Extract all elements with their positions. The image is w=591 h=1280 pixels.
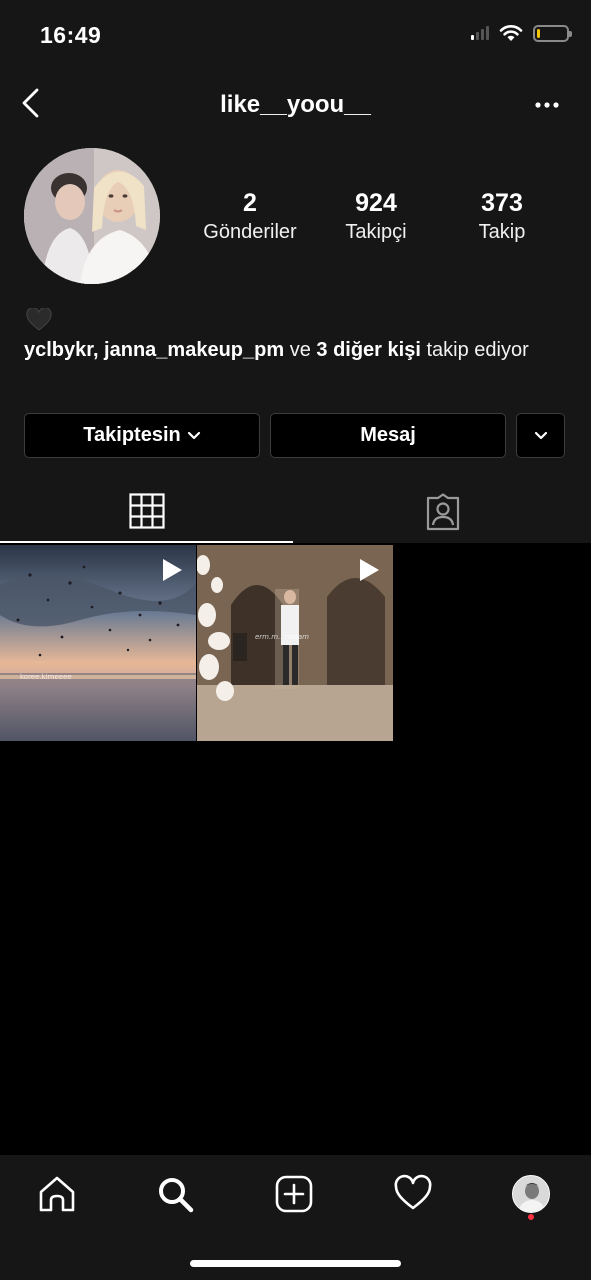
followed-by-suffix: takip ediyor <box>420 339 529 361</box>
home-icon <box>39 1176 75 1212</box>
add-post-icon <box>275 1175 313 1213</box>
following-count-value: 373 <box>481 189 523 217</box>
profile-avatar <box>512 1175 550 1213</box>
post-watermark: koree.kimeeee <box>20 673 72 681</box>
followers-count-value: 924 <box>355 189 397 217</box>
followed-by-names: yclbykr, janna_makeup_pm <box>24 339 285 361</box>
message-button[interactable]: Mesaj <box>270 413 506 458</box>
posts-count: 2 Gönderiler <box>185 188 315 246</box>
followed-by-connector: ve <box>284 339 317 361</box>
search-icon <box>159 1178 194 1213</box>
play-icon <box>163 559 182 581</box>
notification-dot <box>528 1214 534 1220</box>
more-options-button[interactable] <box>531 92 563 118</box>
nav-home[interactable] <box>33 1170 81 1218</box>
following-count[interactable]: 373 Takip <box>437 188 567 246</box>
tagged-person-icon <box>426 492 460 530</box>
chevron-down-icon <box>187 431 200 439</box>
post-watermark: erm.m.. nagam <box>255 633 310 641</box>
following-button-label: Takiptesin <box>83 424 181 446</box>
home-indicator[interactable] <box>190 1260 401 1267</box>
tab-tagged[interactable] <box>295 480 591 543</box>
play-icon <box>360 559 379 581</box>
profile-avatar[interactable] <box>24 148 160 284</box>
post-thumbnail[interactable]: erm.m.. nagam <box>197 545 393 741</box>
black-heart-icon <box>26 308 52 331</box>
grid-icon <box>128 492 165 529</box>
nav-search[interactable] <box>151 1170 199 1218</box>
battery-level <box>537 28 540 38</box>
profile-username: like__yoou__ <box>220 91 371 118</box>
message-button-label: Mesaj <box>360 424 416 446</box>
following-count-label: Takip <box>478 221 526 243</box>
followers-count-label: Takipçi <box>345 221 407 243</box>
status-icons <box>471 24 572 42</box>
battery-icon <box>533 24 572 42</box>
followers-count[interactable]: 924 Takipçi <box>311 188 441 246</box>
wifi-icon <box>499 25 523 41</box>
posts-count-label: Gönderiler <box>203 221 297 243</box>
followed-by-others: 3 diğer kişi <box>316 339 421 361</box>
heart-icon <box>394 1174 432 1210</box>
nav-new-post[interactable] <box>270 1170 318 1218</box>
cellular-signal-icon <box>471 26 489 40</box>
suggested-accounts-button[interactable] <box>516 413 565 458</box>
post-thumbnail[interactable]: koree.kimeeee <box>0 545 196 741</box>
tab-posts-grid[interactable] <box>0 480 293 543</box>
nav-profile[interactable] <box>507 1170 555 1218</box>
status-time: 16:49 <box>40 22 102 48</box>
nav-activity[interactable] <box>389 1170 437 1218</box>
posts-count-value: 2 <box>243 189 257 217</box>
chevron-down-icon <box>534 431 547 439</box>
following-button[interactable]: Takiptesin <box>24 413 260 458</box>
more-icon <box>535 102 559 108</box>
followed-by-text[interactable]: yclbykr, janna_makeup_pm ve 3 diğer kişi… <box>24 336 564 365</box>
